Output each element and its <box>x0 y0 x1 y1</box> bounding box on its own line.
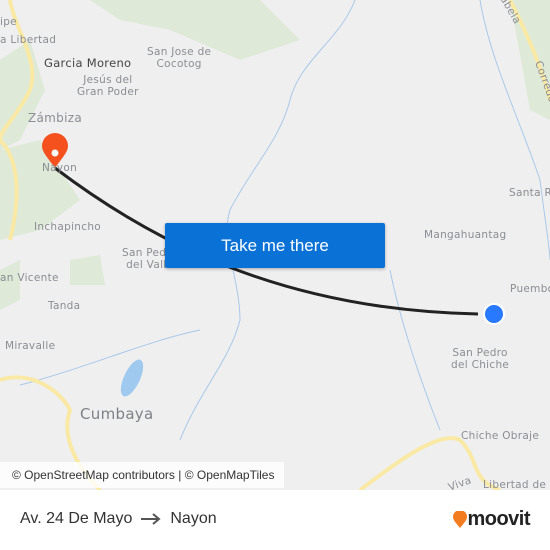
map-label: Jesús del Gran Poder <box>77 74 139 98</box>
map-label: Santa R <box>509 187 550 199</box>
origin-name: Av. 24 De Mayo <box>20 510 133 527</box>
lake <box>120 359 144 397</box>
moovit-pin-icon <box>453 510 468 528</box>
map-label: Mangahuantag <box>424 229 507 241</box>
origin-marker <box>483 303 505 325</box>
map-label: Miravalle <box>5 340 56 352</box>
route-summary: Av. 24 De Mayo Nayon <box>20 510 217 528</box>
map-label: Garcia Moreno <box>44 56 132 70</box>
map-label: Tanda <box>48 300 81 312</box>
map-label: Puembo <box>510 283 550 295</box>
map-label: a Libertad <box>0 34 57 46</box>
moovit-logo: moovit <box>453 508 530 531</box>
map-label: ipe <box>0 16 17 28</box>
map-label: San Jose de Cocotog <box>147 46 212 70</box>
map[interactable]: ipe a Libertad Garcia Moreno San Jose de… <box>0 0 550 490</box>
map-attribution[interactable]: © OpenStreetMap contributors | © OpenMap… <box>0 462 285 488</box>
take-me-there-button[interactable]: Take me there <box>165 223 385 268</box>
map-label: Nayon <box>42 162 78 174</box>
destination-name: Nayon <box>170 510 217 527</box>
map-label: Inchapincho <box>34 221 102 233</box>
arrow-right-icon <box>141 513 161 525</box>
map-label: Libertad de <box>483 479 547 490</box>
map-label: Zámbiza <box>28 111 82 125</box>
map-label: an Vicente <box>0 272 59 284</box>
map-label: Chiche Obraje <box>461 430 540 442</box>
brand-name: moovit <box>467 508 530 530</box>
footer: Av. 24 De Mayo Nayon moovit <box>0 490 550 550</box>
map-label: Cumbaya <box>80 405 154 423</box>
map-label: San Pedro del Chiche <box>451 347 510 371</box>
